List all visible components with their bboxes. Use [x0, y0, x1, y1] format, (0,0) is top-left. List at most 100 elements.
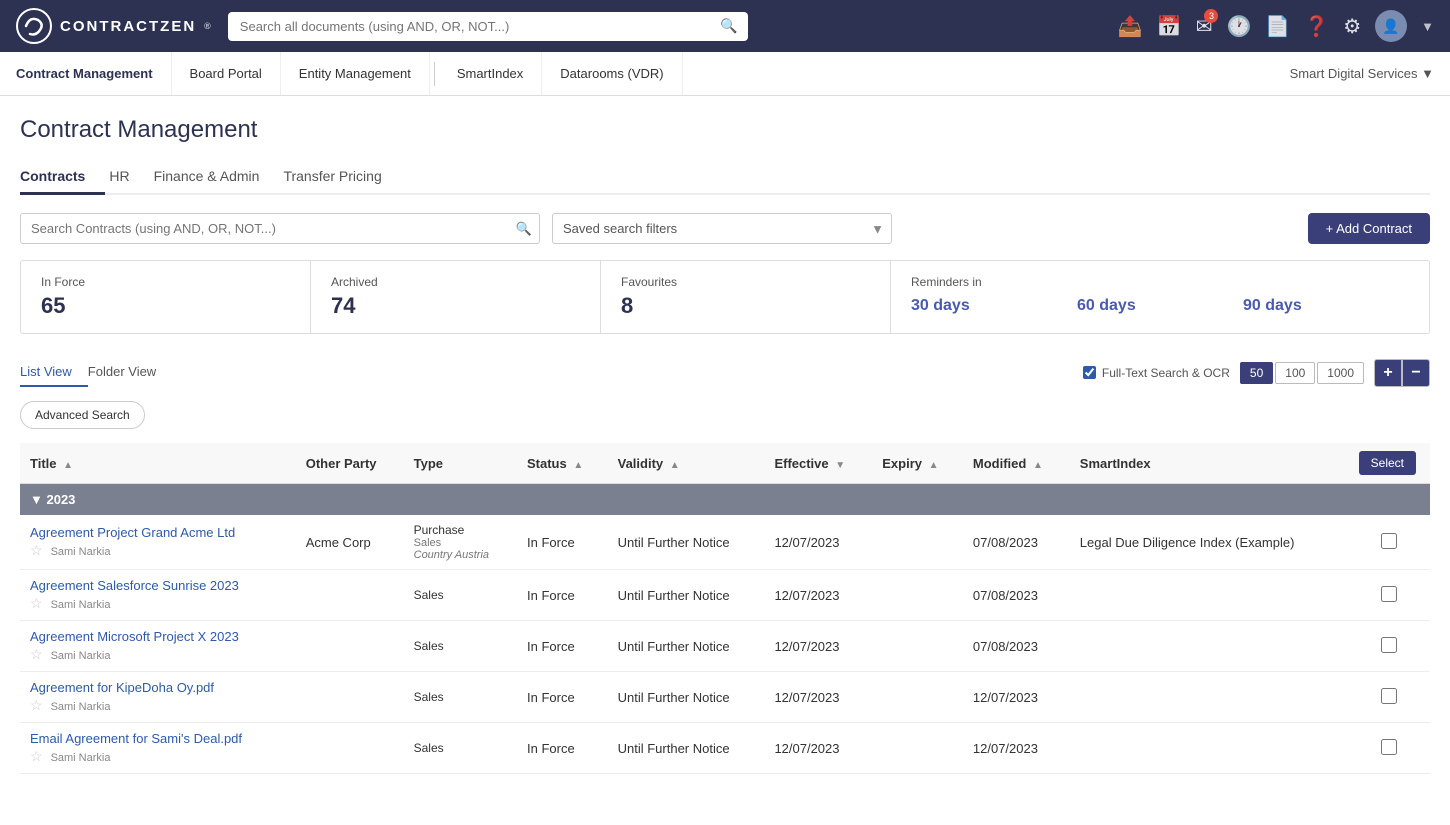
- stat-archived-value: 74: [331, 293, 580, 319]
- page-size-100[interactable]: 100: [1275, 362, 1315, 384]
- main-nav-board-portal[interactable]: Board Portal: [172, 52, 281, 95]
- validity-sort-icon: ▲: [670, 460, 680, 471]
- stat-in-force-label: In Force: [41, 275, 290, 289]
- search-row: 🔍 Saved search filters ▼ + Add Contract: [20, 213, 1430, 244]
- effective-cell: 12/07/2023: [764, 570, 872, 621]
- stat-archived[interactable]: Archived 74: [311, 261, 600, 333]
- th-smartindex[interactable]: SmartIndex: [1070, 443, 1349, 484]
- contract-link[interactable]: Agreement Salesforce Sunrise 2023: [30, 578, 239, 593]
- type-main: Purchase: [414, 523, 507, 537]
- zoom-in-button[interactable]: +: [1374, 359, 1402, 387]
- contract-link[interactable]: Email Agreement for Sami's Deal.pdf: [30, 731, 242, 746]
- owner-name: Sami Narkia: [51, 701, 111, 713]
- main-nav-entity-management[interactable]: Entity Management: [281, 52, 430, 95]
- owner-name: Sami Narkia: [51, 752, 111, 764]
- th-status[interactable]: Status ▲: [517, 443, 608, 484]
- main-nav-items: Contract Management Board Portal Entity …: [16, 52, 683, 95]
- stats-row: In Force 65 Archived 74 Favourites 8 Rem…: [20, 260, 1430, 334]
- row-checkbox[interactable]: [1381, 586, 1397, 602]
- zoom-buttons: + −: [1374, 359, 1430, 387]
- page-size-1000[interactable]: 1000: [1317, 362, 1364, 384]
- star-icon[interactable]: ☆: [30, 748, 43, 765]
- star-icon[interactable]: ☆: [30, 595, 43, 612]
- other-party-cell: [296, 570, 404, 621]
- star-icon[interactable]: ☆: [30, 646, 43, 663]
- stat-in-force[interactable]: In Force 65: [21, 261, 310, 333]
- th-validity[interactable]: Validity ▲: [608, 443, 765, 484]
- contract-row-meta: ☆ Sami Narkia: [30, 748, 286, 765]
- row-checkbox[interactable]: [1381, 533, 1397, 549]
- expiry-cell: [872, 621, 963, 672]
- logo[interactable]: CONTRACTZEN ®: [16, 8, 212, 44]
- smart-digital-services[interactable]: Smart Digital Services ▼: [1290, 66, 1434, 81]
- select-button[interactable]: Select: [1359, 451, 1416, 475]
- stat-favourites[interactable]: Favourites 8: [601, 261, 890, 333]
- calendar-icon[interactable]: 📅: [1157, 14, 1182, 39]
- validity-cell: Until Further Notice: [608, 672, 765, 723]
- fulltext-search-checkbox[interactable]: [1083, 366, 1096, 379]
- th-effective[interactable]: Effective ▼: [764, 443, 872, 484]
- email-badge: 3: [1204, 9, 1218, 23]
- th-other-party[interactable]: Other Party: [296, 443, 404, 484]
- th-title[interactable]: Title ▲: [20, 443, 296, 484]
- folder-view-tab[interactable]: Folder View: [88, 358, 172, 387]
- table-row: Email Agreement for Sami's Deal.pdf ☆ Sa…: [20, 723, 1430, 774]
- contract-link[interactable]: Agreement Project Grand Acme Ltd: [30, 525, 235, 540]
- reminder-30[interactable]: 30 days: [911, 297, 1077, 315]
- modified-cell: 12/07/2023: [963, 672, 1070, 723]
- global-search-input[interactable]: [228, 12, 748, 41]
- contract-search-input[interactable]: [20, 213, 540, 244]
- page-size-buttons: 50 100 1000: [1240, 362, 1364, 384]
- owner-name: Sami Narkia: [51, 599, 111, 611]
- main-nav-datarooms[interactable]: Datarooms (VDR): [542, 52, 682, 95]
- global-search-icon: 🔍: [720, 18, 737, 35]
- type-cell: Sales: [404, 570, 517, 621]
- history-icon[interactable]: 🕐: [1226, 14, 1251, 39]
- page-size-50[interactable]: 50: [1240, 362, 1273, 384]
- th-type[interactable]: Type: [404, 443, 517, 484]
- add-contract-button[interactable]: + Add Contract: [1308, 213, 1430, 244]
- row-checkbox[interactable]: [1381, 688, 1397, 704]
- contract-link[interactable]: Agreement for KipeDoha Oy.pdf: [30, 680, 214, 695]
- tab-finance-admin[interactable]: Finance & Admin: [150, 160, 280, 195]
- tab-contracts[interactable]: Contracts: [20, 160, 105, 195]
- advanced-search-button[interactable]: Advanced Search: [20, 401, 145, 429]
- main-nav-contract-management[interactable]: Contract Management: [16, 52, 172, 95]
- contract-row-meta: ☆ Sami Narkia: [30, 697, 286, 714]
- star-icon[interactable]: ☆: [30, 542, 43, 559]
- smartindex-cell: [1070, 723, 1349, 774]
- tab-transfer-pricing[interactable]: Transfer Pricing: [279, 160, 401, 195]
- saved-search-select[interactable]: Saved search filters: [552, 213, 892, 244]
- fulltext-search-toggle: Full-Text Search & OCR: [1083, 366, 1230, 380]
- status-cell: In Force: [517, 515, 608, 570]
- star-icon[interactable]: ☆: [30, 697, 43, 714]
- table-group-row[interactable]: ▼ 2023: [20, 484, 1430, 516]
- email-icon[interactable]: ✉ 3: [1196, 14, 1213, 39]
- table-header: Title ▲ Other Party Type Status ▲ Validi…: [20, 443, 1430, 484]
- main-nav-smartindex[interactable]: SmartIndex: [439, 52, 542, 95]
- category-tabs: Contracts HR Finance & Admin Transfer Pr…: [20, 160, 1430, 195]
- row-checkbox[interactable]: [1381, 637, 1397, 653]
- avatar[interactable]: 👤: [1375, 10, 1407, 42]
- help-icon[interactable]: ❓: [1304, 14, 1329, 39]
- reminder-90[interactable]: 90 days: [1243, 297, 1409, 315]
- type-main: Sales: [414, 741, 507, 755]
- status-cell: In Force: [517, 723, 608, 774]
- upload-icon[interactable]: 📤: [1118, 14, 1143, 39]
- global-search: 🔍: [228, 12, 748, 41]
- tab-hr[interactable]: HR: [105, 160, 149, 195]
- reminder-30-days: 30 days: [911, 297, 1077, 315]
- th-expiry[interactable]: Expiry ▲: [872, 443, 963, 484]
- reminder-60[interactable]: 60 days: [1077, 297, 1243, 315]
- contract-link[interactable]: Agreement Microsoft Project X 2023: [30, 629, 239, 644]
- zoom-out-button[interactable]: −: [1402, 359, 1430, 387]
- other-party-cell: [296, 621, 404, 672]
- settings-icon[interactable]: ⚙: [1343, 14, 1361, 39]
- list-view-tab[interactable]: List View: [20, 358, 88, 387]
- documents-icon[interactable]: 📄: [1265, 14, 1290, 39]
- contract-title-cell: Agreement Microsoft Project X 2023 ☆ Sam…: [20, 621, 296, 672]
- modified-cell: 12/07/2023: [963, 723, 1070, 774]
- th-modified[interactable]: Modified ▲: [963, 443, 1070, 484]
- row-checkbox[interactable]: [1381, 739, 1397, 755]
- table-body: ▼ 2023 Agreement Project Grand Acme Ltd …: [20, 484, 1430, 774]
